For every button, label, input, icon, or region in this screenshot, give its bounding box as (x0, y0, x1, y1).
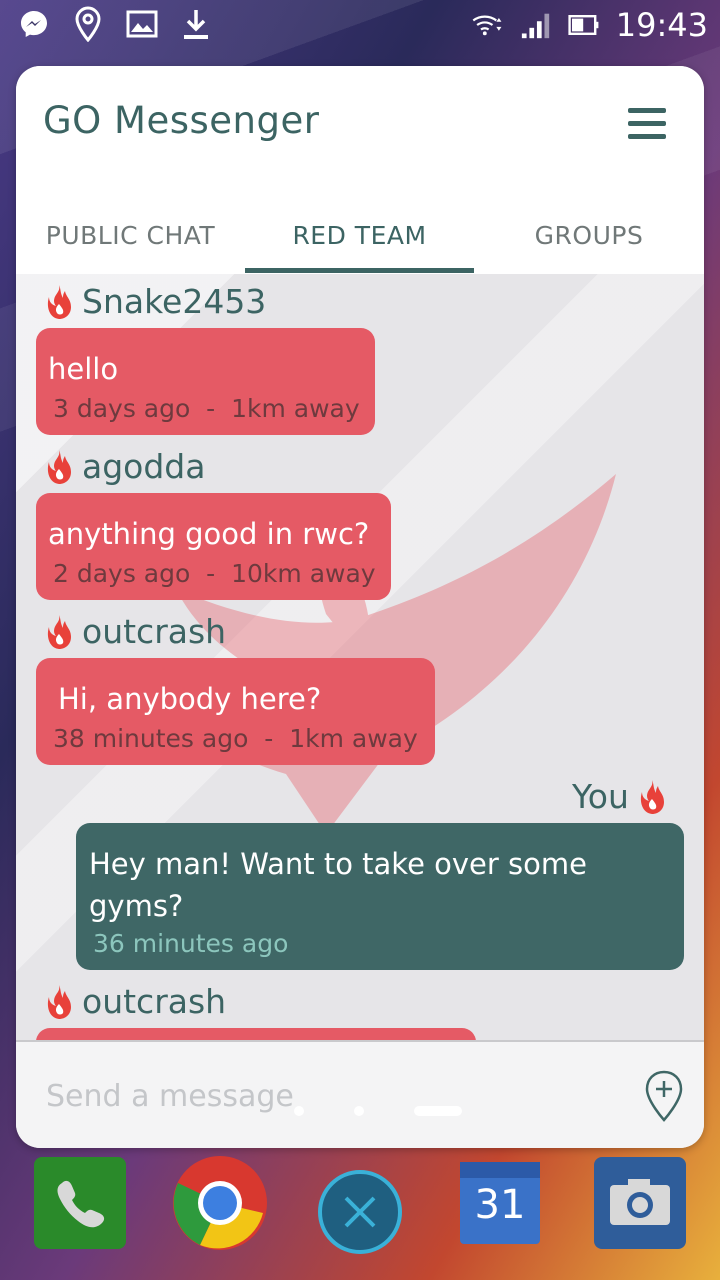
notification-icons (18, 6, 212, 42)
active-tab-indicator (245, 268, 474, 273)
sender-name: agodda (82, 447, 206, 486)
message-text: Hey man! Want to take over some gyms? (89, 847, 587, 923)
app-header: GO Messenger PUBLIC CHAT RED TEAM GROUPS (16, 66, 704, 274)
sender-name: You (572, 777, 629, 816)
tab-red-team[interactable]: RED TEAM (245, 196, 474, 274)
phone-app-icon[interactable] (32, 1155, 128, 1251)
calendar-app-icon[interactable]: 31 (458, 1160, 542, 1246)
clock: 19:43 (615, 6, 708, 44)
image-icon (126, 6, 158, 42)
chat-feed[interactable]: Snake2453 hello 3 days ago - 1km away ag… (16, 274, 704, 1040)
message-sender: agodda (44, 447, 205, 486)
battery-icon (568, 7, 600, 43)
flame-icon (47, 284, 71, 319)
camera-app-icon[interactable] (592, 1155, 688, 1251)
messenger-window: GO Messenger PUBLIC CHAT RED TEAM GROUPS… (16, 66, 704, 1148)
message-text: anything good in rwc? (48, 517, 370, 551)
message-sender: outcrash (44, 612, 226, 651)
flame-icon (47, 449, 71, 484)
message-bubble[interactable]: Hey man! Want to take over some gyms? 36… (76, 823, 684, 970)
tab-public-chat[interactable]: PUBLIC CHAT (16, 196, 245, 274)
app-title: GO Messenger (43, 99, 320, 142)
tab-groups[interactable]: GROUPS (474, 196, 704, 274)
message-sender: You (572, 777, 667, 816)
page-indicator (294, 1102, 474, 1118)
system-icons: 19:43 (472, 6, 708, 44)
message-bubble[interactable] (36, 1028, 476, 1040)
message-bubble[interactable]: anything good in rwc? 2 days ago - 10km … (36, 493, 391, 600)
hamburger-menu-icon[interactable] (628, 108, 668, 140)
chrome-app-icon[interactable] (170, 1153, 270, 1253)
message-composer (16, 1040, 704, 1148)
tab-bar: PUBLIC CHAT RED TEAM GROUPS (16, 196, 704, 274)
add-location-icon[interactable] (644, 1070, 684, 1122)
message-meta: 38 minutes ago - 1km away (53, 724, 418, 753)
flame-icon (47, 614, 71, 649)
message-bubble[interactable]: Hi, anybody here? 38 minutes ago - 1km a… (36, 658, 435, 765)
download-icon (180, 6, 212, 42)
flame-icon (47, 984, 71, 1019)
sender-name: outcrash (82, 612, 227, 651)
message-text: Hi, anybody here? (58, 682, 322, 716)
close-app-icon[interactable] (316, 1168, 404, 1256)
signal-icon (520, 7, 552, 43)
sender-name: outcrash (82, 982, 227, 1021)
message-meta: 3 days ago - 1km away (53, 394, 360, 423)
message-text: hello (48, 352, 119, 386)
home-dock: 31 (0, 1150, 720, 1280)
message-bubble[interactable]: hello 3 days ago - 1km away (36, 328, 375, 435)
calendar-day: 31 (474, 1182, 526, 1228)
message-meta: 36 minutes ago (93, 929, 289, 958)
location-pin-icon (72, 6, 104, 42)
flame-icon (640, 779, 664, 814)
message-sender: Snake2453 (44, 282, 266, 321)
status-bar: 19:43 (0, 0, 720, 52)
sender-name: Snake2453 (82, 282, 267, 321)
wifi-icon (472, 7, 504, 43)
message-meta: 2 days ago - 10km away (53, 559, 376, 588)
message-sender: outcrash (44, 982, 226, 1021)
messenger-icon (18, 6, 50, 42)
